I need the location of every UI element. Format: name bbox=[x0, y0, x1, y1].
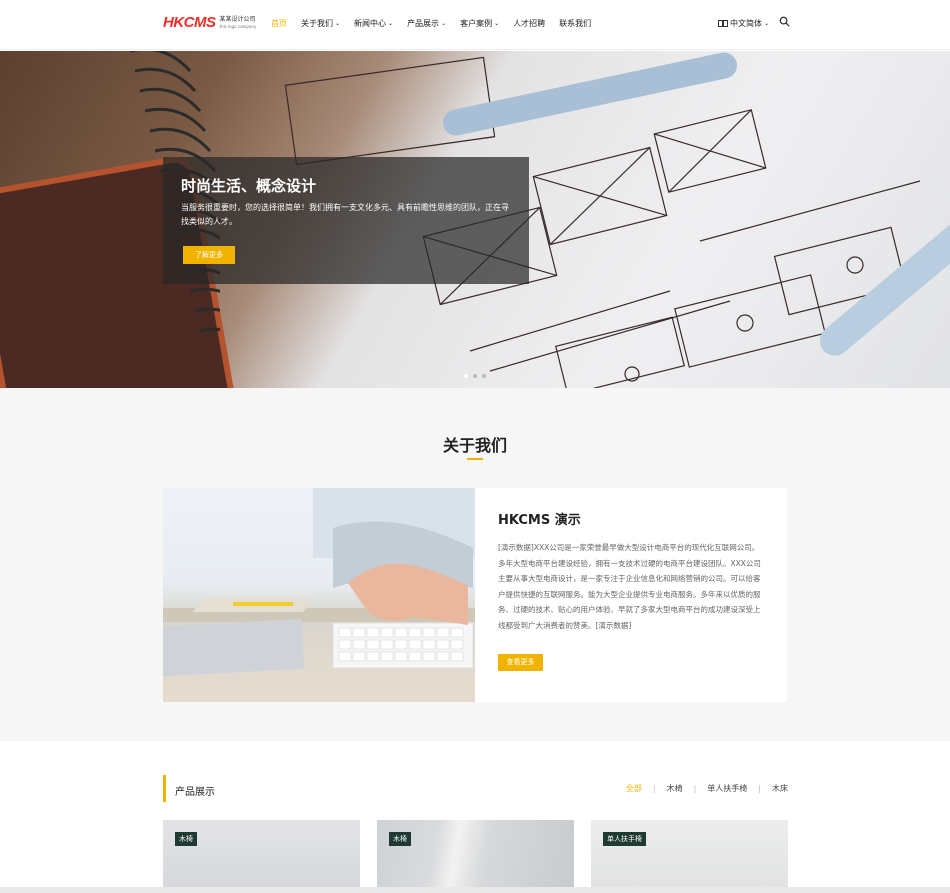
about-title: 关于我们 bbox=[442, 436, 507, 455]
nav-item-about[interactable]: 关于我们 ⌄ bbox=[301, 18, 340, 29]
about-more-button[interactable]: 查看更多 bbox=[498, 654, 543, 671]
tab-wood-bed[interactable]: 木床 bbox=[772, 783, 788, 794]
hero-caption-box: 时尚生活、概念设计 当服务很重要时，您的选择很简单！我们拥有一支文化多元、具有前… bbox=[163, 157, 529, 284]
tab-wood-chair[interactable]: 木椅 bbox=[667, 783, 683, 794]
tab-all[interactable]: 全部 bbox=[626, 783, 642, 794]
hero-title: 时尚生活、概念设计 bbox=[181, 177, 317, 195]
product-card[interactable]: 单人扶手椅 bbox=[591, 820, 788, 893]
hero-description: 当服务很重要时，您的选择很简单！我们拥有一支文化多元、具有前瞻性思维的团队，正在… bbox=[181, 203, 509, 226]
page-bottom-strip bbox=[0, 887, 950, 893]
chevron-down-icon: ⌄ bbox=[441, 20, 447, 27]
carousel-dots bbox=[464, 374, 486, 378]
nav-label: 产品展示 bbox=[407, 19, 440, 28]
about-title-underline bbox=[467, 458, 483, 460]
main-nav: 首页 关于我们 ⌄ 新闻中心 ⌄ 产品展示 ⌄ 客户案例 ⌄ 人才招聘 联系我们 bbox=[271, 18, 605, 29]
logo[interactable]: HKCMS 某某设计公司 this logo company bbox=[163, 14, 256, 31]
search-icon[interactable] bbox=[779, 16, 790, 27]
nav-item-cases[interactable]: 客户案例 ⌄ bbox=[460, 18, 499, 29]
nav-item-products[interactable]: 产品展示 ⌄ bbox=[407, 18, 446, 29]
tab-separator: | bbox=[758, 784, 761, 793]
logo-cn-text: 某某设计公司 bbox=[219, 15, 256, 23]
products-header: 产品展示 全部 | 木椅 | 单人扶手椅 | 木床 bbox=[163, 775, 788, 802]
site-header: HKCMS 某某设计公司 this logo company 首页 关于我们 ⌄ … bbox=[0, 0, 950, 50]
carousel-dot[interactable] bbox=[482, 374, 486, 378]
product-tag: 木椅 bbox=[389, 832, 411, 846]
about-text: [演示数据]XXX公司是一家荣誉最早做大型设计电商平台的现代化互联网公司。多年大… bbox=[498, 543, 761, 630]
nav-item-contact[interactable]: 联系我们 bbox=[559, 18, 591, 29]
nav-label: 关于我们 bbox=[301, 19, 333, 28]
products-filter-tabs: 全部 | 木椅 | 单人扶手椅 | 木床 bbox=[626, 783, 788, 794]
language-selector[interactable]: 中文简体 ⌄ bbox=[718, 18, 769, 29]
hero-learn-more-button[interactable]: 了解更多 bbox=[183, 246, 235, 264]
products-title: 产品展示 bbox=[175, 787, 215, 798]
about-image bbox=[163, 488, 475, 702]
nav-label: 新闻中心 bbox=[354, 19, 387, 28]
logo-mark: HKCMS bbox=[163, 14, 216, 31]
about-card: HKCMS 演示 [演示数据]XXX公司是一家荣誉最早做大型设计电商平台的现代化… bbox=[475, 488, 787, 702]
tab-separator: | bbox=[693, 784, 697, 793]
chevron-down-icon: ⌄ bbox=[335, 20, 341, 27]
nav-item-home[interactable]: 首页 bbox=[271, 18, 287, 29]
nav-label: 首页 bbox=[271, 19, 287, 28]
product-tag: 单人扶手椅 bbox=[603, 832, 646, 846]
chevron-down-icon: ⌄ bbox=[494, 20, 500, 27]
flag-icon bbox=[718, 20, 728, 27]
product-card[interactable]: 木椅 bbox=[377, 820, 574, 893]
product-card[interactable]: 木椅 bbox=[163, 820, 360, 893]
nav-label: 人才招聘 bbox=[513, 19, 546, 28]
nav-label: 客户案例 bbox=[460, 19, 493, 28]
products-title-bar bbox=[163, 775, 166, 802]
chevron-down-icon: ⌄ bbox=[764, 20, 770, 27]
chevron-down-icon: ⌄ bbox=[388, 20, 394, 27]
hero-banner[interactable]: 时尚生活、概念设计 当服务很重要时，您的选择很简单！我们拥有一支文化多元、具有前… bbox=[0, 51, 950, 388]
keyboard-photo-graphic bbox=[163, 488, 475, 677]
nav-item-news[interactable]: 新闻中心 ⌄ bbox=[354, 18, 393, 29]
about-section: 关于我们 HKCMS 演示 [演示数据]XXX公司是一家荣誉最早做大型设计电商平… bbox=[0, 388, 950, 741]
language-label: 中文简体 bbox=[730, 19, 762, 28]
about-heading: HKCMS 演示 bbox=[498, 513, 581, 528]
tab-separator: | bbox=[652, 784, 656, 793]
product-tag: 木椅 bbox=[175, 832, 197, 846]
nav-item-jobs[interactable]: 人才招聘 bbox=[513, 18, 545, 29]
product-cards: 木椅 木椅 单人扶手椅 bbox=[163, 820, 788, 893]
carousel-dot[interactable] bbox=[464, 374, 468, 378]
logo-tagline: 某某设计公司 this logo company bbox=[219, 15, 257, 29]
nav-label: 联系我们 bbox=[559, 19, 592, 28]
carousel-dot[interactable] bbox=[473, 374, 477, 378]
logo-en-text: this logo company bbox=[219, 23, 257, 29]
tab-armchair[interactable]: 单人扶手椅 bbox=[707, 783, 747, 794]
